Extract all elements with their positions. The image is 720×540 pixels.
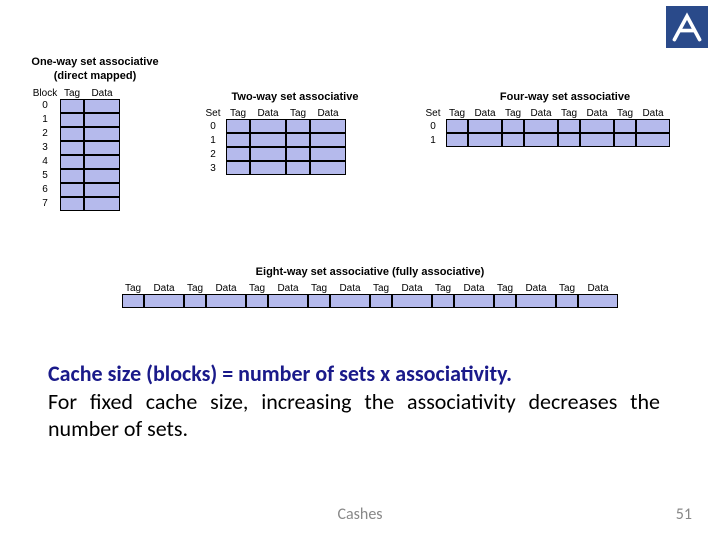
description-text: For fixed cache size, increasing the ass… bbox=[48, 388, 660, 443]
explanation-text: Cache size (blocks) = number of sets x a… bbox=[48, 360, 660, 443]
fourway-cache: Four-way set associative Set TagData Tag… bbox=[420, 90, 710, 147]
eightway-headers: TagData TagData TagData TagData TagData … bbox=[90, 283, 650, 294]
oneway-cache: One-way set associative (direct mapped) … bbox=[30, 55, 160, 211]
table-row: 1 bbox=[30, 113, 160, 127]
twoway-title: Two-way set associative bbox=[200, 90, 390, 104]
table-row: 0 bbox=[200, 119, 390, 133]
table-row bbox=[122, 294, 618, 308]
twoway-headers: Set TagData TagData bbox=[200, 108, 390, 119]
table-row: 0 bbox=[30, 99, 160, 113]
page-number: 51 bbox=[676, 505, 692, 524]
table-row: 3 bbox=[200, 161, 390, 175]
fourway-title: Four-way set associative bbox=[420, 90, 710, 104]
table-row: 1 bbox=[420, 133, 710, 147]
institution-logo bbox=[666, 6, 708, 48]
oneway-headers: Block Tag Data bbox=[30, 88, 160, 99]
formula-text: Cache size (blocks) = number of sets x a… bbox=[48, 360, 660, 388]
table-row: 3 bbox=[30, 141, 160, 155]
table-row: 0 bbox=[420, 119, 710, 133]
table-row: 5 bbox=[30, 169, 160, 183]
twoway-cache: Two-way set associative Set TagData TagD… bbox=[200, 90, 390, 175]
fourway-headers: Set TagData TagData TagData TagData bbox=[420, 108, 710, 119]
table-row: 2 bbox=[200, 147, 390, 161]
table-row: 2 bbox=[30, 127, 160, 141]
table-row: 1 bbox=[200, 133, 390, 147]
eightway-cache: Eight-way set associative (fully associa… bbox=[90, 265, 650, 308]
footer-topic: Cashes bbox=[0, 505, 720, 524]
table-row: 7 bbox=[30, 197, 160, 211]
oneway-title: One-way set associative (direct mapped) bbox=[30, 55, 160, 84]
table-row: 4 bbox=[30, 155, 160, 169]
table-row: 6 bbox=[30, 183, 160, 197]
eightway-title: Eight-way set associative (fully associa… bbox=[90, 265, 650, 279]
